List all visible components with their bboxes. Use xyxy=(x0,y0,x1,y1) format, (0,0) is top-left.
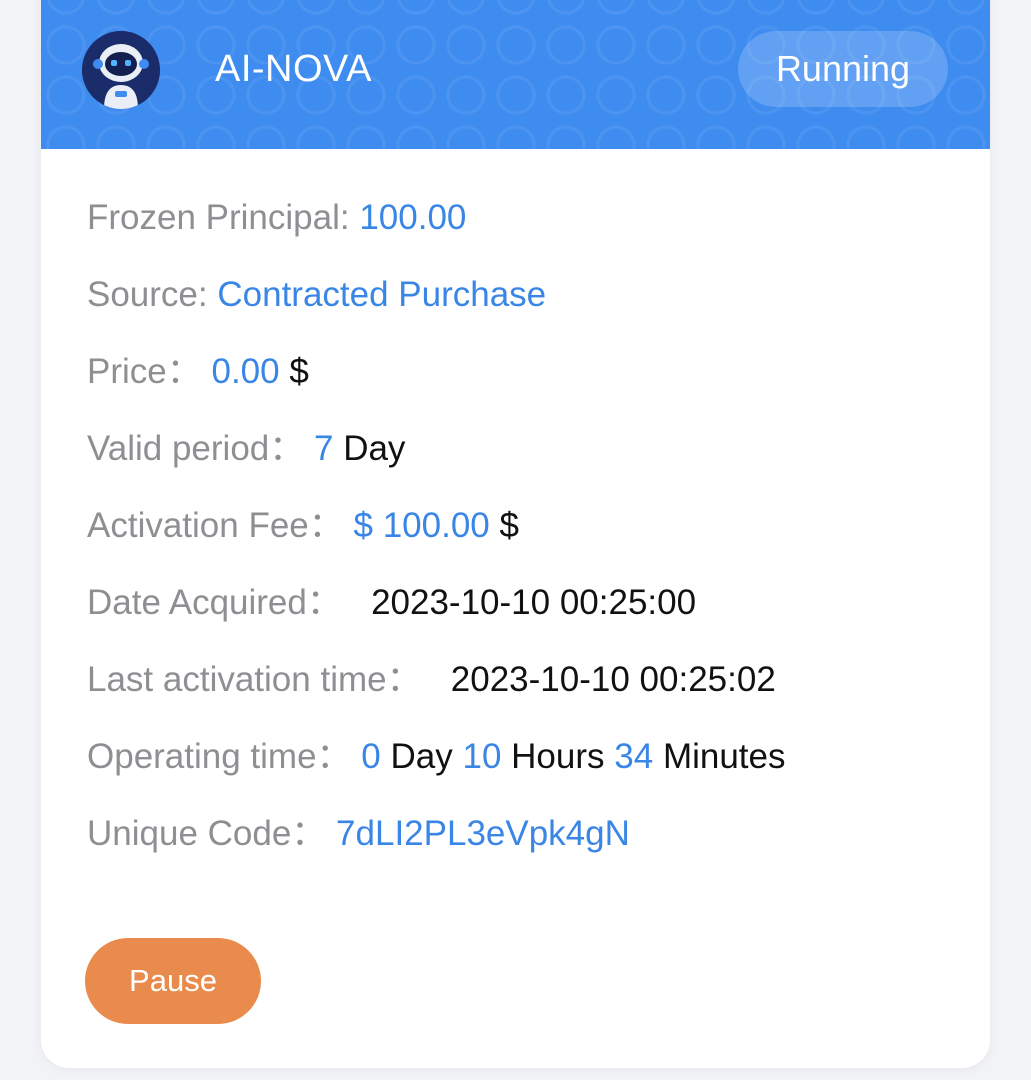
operating-minutes-value: 34 xyxy=(614,737,654,776)
source-row: Source: Contracted Purchase xyxy=(87,269,786,346)
contract-card: AI-NOVA Running Frozen Principal: 100.00… xyxy=(41,0,990,1068)
frozen-principal-label: Frozen Principal: xyxy=(87,198,360,237)
price-unit: $ xyxy=(289,352,309,391)
operating-hours-value: 10 xyxy=(462,737,502,776)
details-list: Frozen Principal: 100.00 Source: Contrac… xyxy=(87,192,786,885)
last-activation-label: Last activation time： xyxy=(87,660,422,699)
last-activation-value: 2023-10-10 00:25:02 xyxy=(450,660,776,699)
valid-period-label: Valid period： xyxy=(87,429,305,468)
source-value: Contracted Purchase xyxy=(217,275,547,314)
pause-button[interactable]: Pause xyxy=(85,938,261,1024)
activation-fee-row: Activation Fee： $ 100.00 $ xyxy=(87,500,786,577)
unique-code-label: Unique Code： xyxy=(87,814,327,853)
unique-code-row: Unique Code： 7dLI2PL3eVpk4gN xyxy=(87,808,786,885)
unique-code-value: 7dLI2PL3eVpk4gN xyxy=(336,814,630,853)
operating-hours-unit: Hours xyxy=(511,737,605,776)
source-label: Source: xyxy=(87,275,218,314)
valid-period-row: Valid period： 7 Day xyxy=(87,423,786,500)
date-acquired-value: 2023-10-10 00:25:00 xyxy=(371,583,697,622)
operating-days-value: 0 xyxy=(361,737,381,776)
activation-fee-unit: $ xyxy=(499,506,519,545)
activation-fee-label: Activation Fee： xyxy=(87,506,344,545)
price-row: Price： 0.00 $ xyxy=(87,346,786,423)
date-acquired-label: Date Acquired： xyxy=(87,583,342,622)
operating-time-row: Operating time： 0 Day 10 Hours 34 Minute… xyxy=(87,731,786,808)
valid-period-unit: Day xyxy=(343,429,406,468)
activation-fee-value: $ 100.00 xyxy=(353,506,490,545)
app-title: AI-NOVA xyxy=(215,48,372,90)
operating-time-label: Operating time： xyxy=(87,737,352,776)
price-label: Price： xyxy=(87,352,202,391)
frozen-principal-value: 100.00 xyxy=(359,198,467,237)
operating-days-unit: Day xyxy=(390,737,453,776)
card-header: AI-NOVA Running xyxy=(41,0,990,149)
last-activation-row: Last activation time： 2023-10-10 00:25:0… xyxy=(87,654,786,731)
valid-period-value: 7 xyxy=(313,429,334,468)
frozen-principal-row: Frozen Principal: 100.00 xyxy=(87,192,786,269)
status-badge: Running xyxy=(738,31,948,107)
operating-minutes-unit: Minutes xyxy=(662,737,786,776)
date-acquired-row: Date Acquired： 2023-10-10 00:25:00 xyxy=(87,577,786,654)
robot-avatar-icon xyxy=(82,31,160,109)
price-value: 0.00 xyxy=(211,352,280,391)
